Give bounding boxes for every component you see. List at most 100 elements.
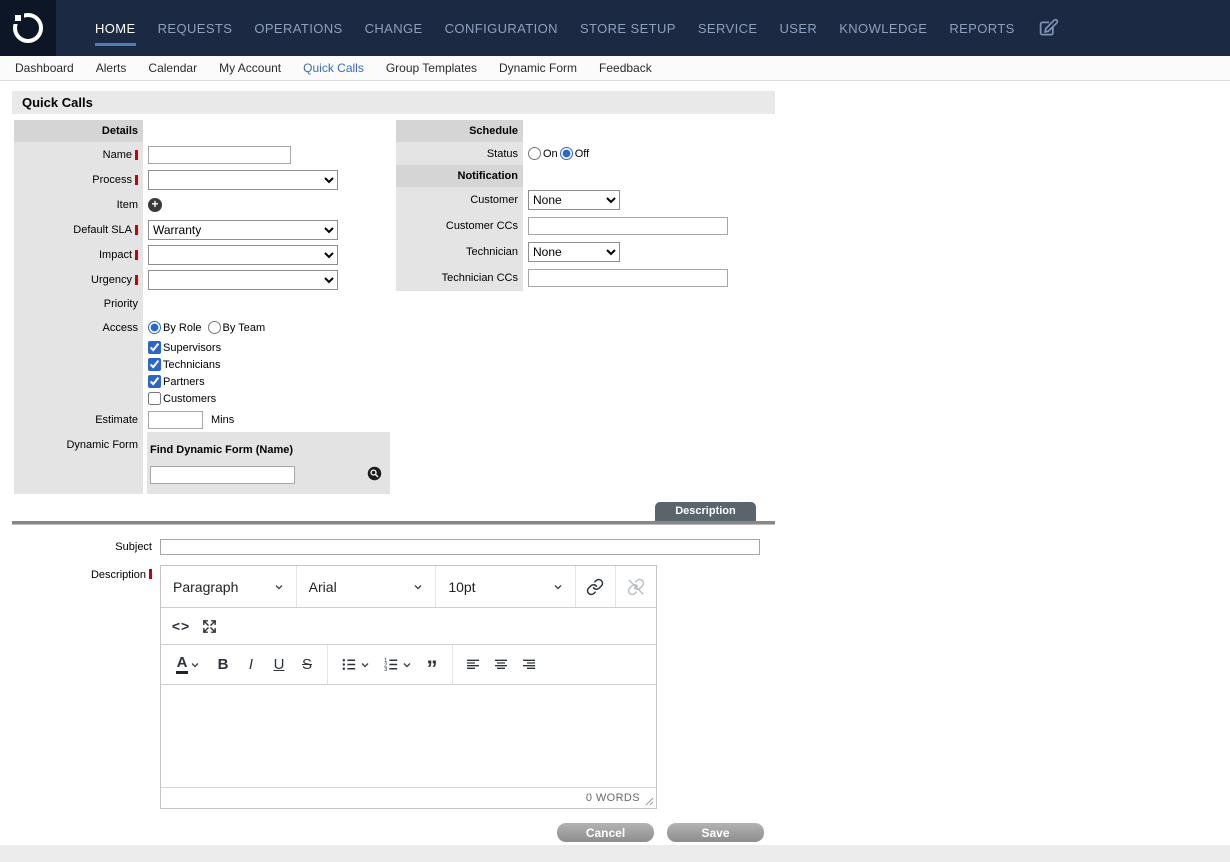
chevron-down-icon: [413, 582, 423, 592]
access-by-role-radio[interactable]: [148, 321, 161, 334]
underline-button[interactable]: U: [265, 651, 293, 679]
priority-row: Priority: [14, 292, 392, 316]
technician-select[interactable]: None: [528, 242, 620, 262]
blockquote-button[interactable]: ”: [418, 651, 446, 679]
nav-item-service[interactable]: SERVICE: [687, 0, 769, 56]
edit-square-icon: [1038, 18, 1059, 39]
nav-item-user[interactable]: USER: [768, 0, 828, 56]
nav-item-home[interactable]: HOME: [84, 0, 147, 56]
required-marker: [135, 175, 138, 185]
nav-item-operations[interactable]: OPERATIONS: [243, 0, 353, 56]
supervisors-option[interactable]: Supervisors: [148, 341, 221, 354]
access-by-team-radio[interactable]: [208, 321, 221, 334]
default-sla-select[interactable]: Warranty: [148, 220, 338, 240]
nav-item-configuration[interactable]: CONFIGURATION: [434, 0, 569, 56]
fullscreen-button[interactable]: [195, 612, 223, 640]
app-logo[interactable]: [0, 0, 56, 56]
status-off-option[interactable]: Off: [560, 147, 589, 160]
compose-icon[interactable]: [1038, 18, 1059, 39]
subject-input[interactable]: [160, 539, 760, 555]
status-on-radio[interactable]: [528, 147, 541, 160]
align-right-button[interactable]: [515, 651, 543, 679]
subnav-item-quick-calls[interactable]: Quick Calls: [292, 61, 375, 75]
font-family-dropdown[interactable]: Arial: [297, 566, 437, 607]
process-label-text: Process: [92, 174, 132, 186]
chevron-down-icon: [360, 660, 370, 670]
customer-ccs-input[interactable]: [528, 217, 728, 235]
italic-button[interactable]: I: [237, 651, 265, 679]
link-button[interactable]: [582, 573, 609, 601]
name-row: Name: [14, 142, 392, 167]
access-label: Access: [14, 316, 143, 339]
dynamic-form-search-input[interactable]: [150, 466, 295, 484]
urgency-select[interactable]: [148, 270, 338, 290]
save-button[interactable]: Save: [667, 823, 764, 842]
subject-label-text: Subject: [115, 541, 152, 553]
align-center-button[interactable]: [487, 651, 515, 679]
access-by-role-option[interactable]: By Role: [148, 321, 202, 334]
font-size-dropdown[interactable]: 10pt: [436, 566, 576, 607]
resize-handle[interactable]: [645, 797, 654, 806]
app-window: HOME REQUESTS OPERATIONS CHANGE CONFIGUR…: [0, 0, 1230, 842]
code-icon: <>: [172, 618, 190, 634]
unlink-button[interactable]: [622, 573, 650, 601]
name-input[interactable]: [148, 146, 291, 164]
subnav-item-dashboard[interactable]: Dashboard: [4, 61, 85, 75]
customers-option[interactable]: Customers: [148, 392, 216, 405]
paragraph-format-value: Paragraph: [173, 579, 238, 595]
nav-item-requests[interactable]: REQUESTS: [147, 0, 244, 56]
bold-button[interactable]: B: [209, 651, 237, 679]
technicians-checkbox[interactable]: [148, 358, 161, 371]
partners-option[interactable]: Partners: [148, 375, 205, 388]
numbered-list-button[interactable]: 123: [376, 651, 418, 679]
status-label: Status: [396, 142, 523, 165]
status-off-radio[interactable]: [560, 147, 573, 160]
estimate-input[interactable]: [148, 411, 203, 429]
editor-body[interactable]: [161, 685, 656, 787]
cancel-button[interactable]: Cancel: [557, 823, 654, 842]
technician-ccs-input[interactable]: [528, 269, 728, 287]
font-size-value: 10pt: [448, 579, 475, 595]
bullet-list-icon: [341, 656, 358, 673]
partners-checkbox[interactable]: [148, 375, 161, 388]
text-color-button[interactable]: A: [167, 651, 209, 679]
subnav-item-dynamic-form[interactable]: Dynamic Form: [488, 61, 588, 75]
subnav-item-alerts[interactable]: Alerts: [85, 61, 138, 75]
customer-select[interactable]: None: [528, 190, 620, 210]
nav-item-store-setup[interactable]: STORE SETUP: [569, 0, 687, 56]
process-select[interactable]: [148, 170, 338, 190]
editor-status-bar: 0 WORDS: [161, 787, 656, 808]
supervisors-checkbox[interactable]: [148, 341, 161, 354]
numbered-list-icon: 123: [383, 656, 400, 673]
align-left-button[interactable]: [459, 651, 487, 679]
technicians-option[interactable]: Technicians: [148, 358, 220, 371]
fullscreen-icon: [201, 618, 218, 635]
status-on-option[interactable]: On: [528, 147, 558, 160]
editor-toolbar-row-3: A B I U S: [161, 645, 656, 685]
nav-item-reports[interactable]: REPORTS: [938, 0, 1025, 56]
impact-select[interactable]: [148, 245, 338, 265]
technician-row: Technician None: [396, 239, 769, 265]
chevron-down-icon: [274, 582, 284, 592]
add-item-icon[interactable]: +: [148, 198, 162, 212]
editor-toolbar-row-2: <>: [161, 608, 656, 645]
nav-item-knowledge[interactable]: KNOWLEDGE: [828, 0, 938, 56]
priority-label-text: Priority: [104, 298, 138, 310]
paragraph-format-dropdown[interactable]: Paragraph: [161, 566, 297, 607]
estimate-label-text: Estimate: [95, 414, 138, 426]
strikethrough-button[interactable]: S: [293, 651, 321, 679]
default-sla-row: Default SLA Warranty: [14, 217, 392, 242]
role-supervisors-row: Supervisors: [14, 339, 392, 356]
subnav-item-group-templates[interactable]: Group Templates: [375, 61, 488, 75]
customers-checkbox[interactable]: [148, 392, 161, 405]
technician-label-text: Technician: [466, 246, 518, 258]
nav-item-change[interactable]: CHANGE: [354, 0, 434, 56]
search-icon[interactable]: [367, 466, 382, 481]
source-code-button[interactable]: <>: [167, 612, 195, 640]
subnav-item-my-account[interactable]: My Account: [208, 61, 292, 75]
access-by-team-option[interactable]: By Team: [208, 321, 266, 334]
subnav-item-calendar[interactable]: Calendar: [137, 61, 208, 75]
tab-description[interactable]: Description: [655, 502, 756, 521]
subnav-item-feedback[interactable]: Feedback: [588, 61, 663, 75]
bullet-list-button[interactable]: [334, 651, 376, 679]
